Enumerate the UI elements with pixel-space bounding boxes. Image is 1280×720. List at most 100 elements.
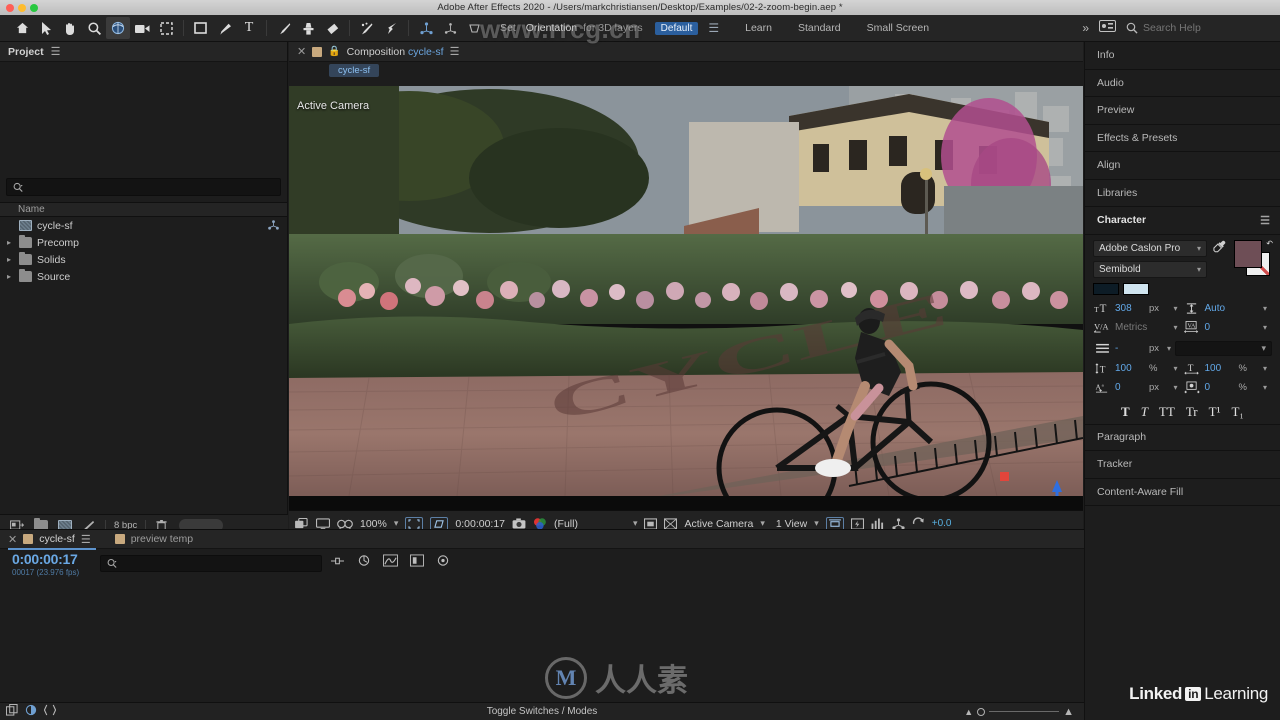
panel-info[interactable]: Info — [1085, 42, 1280, 70]
view-layout-value[interactable]: 1 View — [776, 518, 807, 530]
small-caps-button[interactable]: Tr — [1186, 405, 1198, 418]
panel-tracker[interactable]: Tracker — [1085, 451, 1280, 479]
magnification-chevron-down-icon[interactable]: ▾ — [394, 518, 399, 529]
chevron-down-icon[interactable]: ▾ — [1173, 304, 1177, 313]
fast-previews-icon[interactable] — [850, 517, 864, 530]
panel-align[interactable]: Align — [1085, 152, 1280, 180]
view-axis-mode-icon[interactable] — [462, 17, 486, 39]
home-icon[interactable] — [10, 17, 34, 39]
exposure-value[interactable]: +0.0 — [932, 518, 952, 529]
project-search-input[interactable] — [27, 181, 274, 193]
current-time-display[interactable]: 0:00:00:17 00017 (23.976 fps) — [0, 551, 95, 577]
composition-tab-label[interactable]: Composition cycle-sf — [347, 46, 444, 58]
brush-tool-icon[interactable] — [272, 17, 296, 39]
auto-keyframe-icon[interactable] — [436, 554, 450, 570]
3d-glasses-icon[interactable] — [337, 518, 353, 530]
font-style-select[interactable]: Semibold ▾ — [1093, 260, 1207, 278]
default-workspace-button[interactable]: Default — [654, 21, 699, 35]
camera-tool-icon[interactable] — [130, 17, 154, 39]
always-preview-icon[interactable] — [295, 517, 309, 530]
character-panel-menu-icon[interactable]: ☰ — [1260, 214, 1270, 227]
chevron-down-icon[interactable]: ▾ — [1263, 323, 1267, 332]
shape-tool-icon[interactable] — [189, 17, 213, 39]
workspace-list-icon[interactable] — [1099, 19, 1116, 37]
timeline-search-box[interactable] — [100, 555, 322, 572]
timeline-icon[interactable] — [871, 517, 885, 530]
hand-tool-icon[interactable] — [58, 17, 82, 39]
panel-preview[interactable]: Preview — [1085, 97, 1280, 125]
workspace-learn[interactable]: Learn — [745, 22, 772, 34]
frame-blend-icon[interactable] — [410, 554, 424, 570]
chevron-down-icon[interactable]: ▾ — [1167, 344, 1171, 353]
panel-character[interactable]: Character ☰ — [1085, 207, 1280, 235]
all-caps-button[interactable]: TT — [1159, 405, 1175, 418]
chevron-down-icon[interactable]: ▾ — [1173, 323, 1177, 332]
tracking-field[interactable]: VA 0 ▾ — [1183, 321, 1273, 333]
twisty-icon[interactable]: ▸ — [4, 255, 14, 264]
orbit-camera-tool-icon[interactable] — [106, 17, 130, 39]
chevron-down-icon[interactable]: ▾ — [1173, 364, 1177, 373]
breadcrumb-item[interactable]: cycle-sf — [329, 63, 380, 77]
magnification-value[interactable]: 100% — [360, 518, 387, 530]
faux-bold-button[interactable]: T — [1121, 405, 1130, 418]
motion-blur-icon[interactable] — [357, 554, 371, 570]
composition-viewer[interactable]: Active Camera CYCLE — [289, 86, 1083, 526]
horizontal-scale-field[interactable]: T 100 % ▾ — [1183, 362, 1273, 375]
vertical-scale-field[interactable]: T 100 % ▾ — [1093, 362, 1183, 375]
twisty-icon[interactable]: ▸ — [4, 238, 14, 247]
eraser-tool-icon[interactable] — [320, 17, 344, 39]
graph-editor-icon[interactable] — [383, 554, 398, 570]
local-axis-mode-icon[interactable] — [414, 17, 438, 39]
selection-tool-icon[interactable] — [34, 17, 58, 39]
zoom-tool-icon[interactable] — [82, 17, 106, 39]
timeline-tab-cycle-sf[interactable]: cycle-sf — [39, 533, 75, 545]
project-panel-menu-icon[interactable]: ☰ — [51, 45, 61, 58]
panel-effects-presets[interactable]: Effects & Presets — [1085, 125, 1280, 152]
project-item-cycle-sf[interactable]: cycle-sf — [0, 217, 287, 234]
clone-stamp-tool-icon[interactable] — [296, 17, 320, 39]
tsume-field[interactable]: 0 % ▾ — [1183, 381, 1273, 394]
toggle-mask-icon[interactable] — [644, 517, 658, 530]
font-size-field[interactable]: TT 308 px ▾ — [1093, 302, 1183, 315]
zoom-out-icon[interactable]: ▲ — [964, 707, 973, 717]
workspace-menu-icon[interactable]: ☰ — [708, 21, 719, 35]
close-icon[interactable]: ✕ — [297, 45, 306, 58]
font-family-select[interactable]: Adobe Caslon Pro ▾ — [1093, 239, 1207, 257]
project-column-header[interactable]: Name — [0, 202, 287, 217]
panel-libraries[interactable]: Libraries — [1085, 180, 1280, 207]
project-search-box[interactable] — [6, 178, 281, 196]
type-tool-icon[interactable]: T — [237, 17, 261, 39]
timeline-tab-preview-temp[interactable]: preview temp — [131, 533, 193, 545]
toggle-switches-modes-button[interactable]: Toggle Switches / Modes — [0, 706, 1084, 717]
twisty-icon[interactable]: ▸ — [4, 272, 14, 281]
eyedropper-icon[interactable] — [1212, 240, 1227, 282]
chevron-down-icon[interactable]: ▾ — [1263, 383, 1267, 392]
kerning-field[interactable]: V/A Metrics ▾ — [1093, 321, 1183, 333]
swap-colors-icon[interactable]: ↶ — [1266, 239, 1273, 248]
toggle-guide-icon[interactable] — [664, 517, 678, 530]
resolution-value[interactable]: (Full) — [554, 518, 578, 530]
roto-brush-tool-icon[interactable] — [355, 17, 379, 39]
panel-audio[interactable]: Audio — [1085, 70, 1280, 97]
viewer-stage[interactable]: Active Camera CYCLE — [289, 86, 1083, 496]
workspace-overflow-icon[interactable]: » — [1082, 21, 1089, 35]
timeline-panel-menu-icon[interactable]: ☰ — [81, 533, 91, 546]
leading-field[interactable]: Auto ▾ — [1183, 302, 1273, 315]
camera-view-value[interactable]: Active Camera — [684, 518, 753, 530]
region-of-interest-icon[interactable] — [154, 17, 178, 39]
search-help-input[interactable] — [1143, 22, 1263, 34]
resolution-chevron-down-icon[interactable]: ▾ — [633, 518, 638, 529]
camera-chevron-down-icon[interactable]: ▾ — [760, 518, 765, 529]
workspace-standard[interactable]: Standard — [798, 22, 841, 34]
comp-flowchart-icon[interactable] — [268, 219, 279, 232]
subscript-button[interactable]: T₁ — [1231, 405, 1243, 418]
world-axis-mode-icon[interactable] — [438, 17, 462, 39]
project-item-precomp[interactable]: ▸ Precomp — [0, 234, 287, 251]
view-layout-chevron-down-icon[interactable]: ▾ — [814, 518, 819, 529]
zoom-in-icon[interactable]: ▲ — [1063, 706, 1074, 718]
viewer-time-value[interactable]: 0:00:00:17 — [455, 518, 505, 530]
superscript-button[interactable]: T¹ — [1209, 405, 1221, 418]
composition-panel-menu-icon[interactable]: ☰ — [450, 45, 460, 58]
zoom-slider-knob[interactable] — [977, 707, 986, 716]
pen-tool-icon[interactable] — [213, 17, 237, 39]
